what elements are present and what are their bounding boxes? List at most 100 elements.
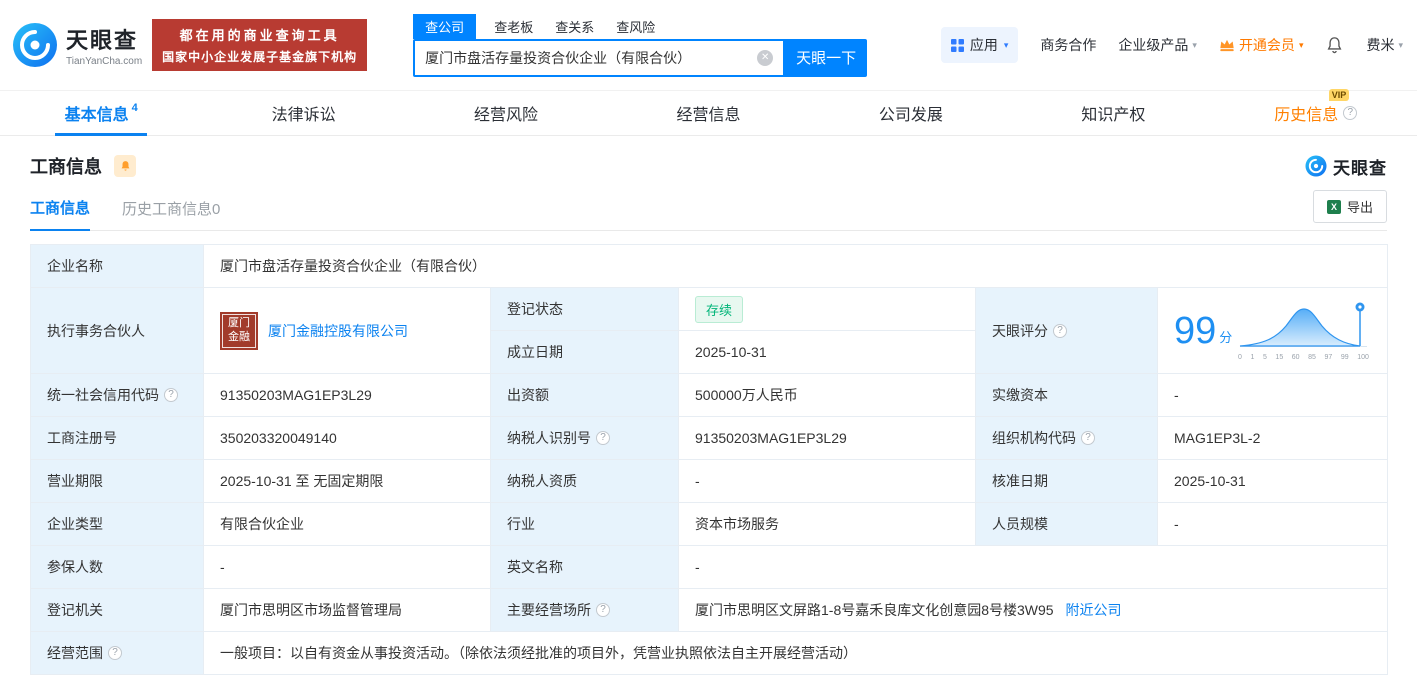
- table-row: 营业期限 2025-10-31 至 无固定期限 纳税人资质 - 核准日期 202…: [30, 459, 1389, 503]
- subscribe-bell-icon[interactable]: [114, 155, 136, 177]
- field-approval-date-value: 2025-10-31: [1156, 459, 1389, 503]
- apps-label: 应用: [969, 37, 998, 53]
- partner-logo-text: 金融: [228, 330, 250, 343]
- excel-icon: [1326, 199, 1341, 214]
- promo-banner: 都在用的商业查询工具 国家中小企业发展子基金旗下机构: [152, 19, 368, 71]
- field-company-name-label: 企业名称: [30, 244, 204, 288]
- enterprise-label: 企业级产品: [1118, 37, 1189, 53]
- search-tab-risk[interactable]: 查风险: [612, 14, 659, 39]
- tab-intellectual-property[interactable]: 知识产权: [1012, 91, 1214, 135]
- orgcode-label-text: 组织机构代码: [992, 430, 1076, 446]
- field-registration-authority-label: 登记机关: [30, 588, 204, 632]
- search-box: ✕: [413, 38, 786, 77]
- top-header: 天眼查 TianYanCha.com 都在用的商业查询工具 国家中小企业发展子基…: [0, 0, 1417, 90]
- export-button[interactable]: 导出: [1312, 190, 1387, 223]
- table-row: 登记机关 厦门市思明区市场监督管理局 主要经营场所? 厦门市思明区文屏路1-8号…: [30, 588, 1389, 632]
- field-capital-label: 出资额: [490, 373, 679, 417]
- tab-company-development[interactable]: 公司发展: [810, 91, 1012, 135]
- help-icon[interactable]: ?: [1053, 323, 1067, 338]
- help-icon[interactable]: ?: [596, 603, 610, 617]
- crown-icon: [1220, 39, 1234, 51]
- bell-glyph: [121, 160, 129, 171]
- help-icon[interactable]: ?: [1081, 431, 1095, 445]
- vip-badge: VIP: [1328, 89, 1350, 101]
- clear-search-icon[interactable]: ✕: [757, 49, 774, 66]
- banner-line-1: 都在用的商业查询工具: [179, 28, 340, 43]
- field-executive-partner-value: 厦门 金融 厦门金融控股有限公司: [203, 287, 491, 374]
- tianyancha-company-page: 天眼查 TianYanCha.com 都在用的商业查询工具 国家中小企业发展子基…: [0, 0, 1417, 696]
- search-input[interactable]: [425, 49, 758, 66]
- header-right-menu: 应用 ▾ 商务合作 企业级产品 ▾ 开通会员 ▾ 费米 ▾: [940, 27, 1403, 63]
- score-value: 99: [1174, 309, 1217, 352]
- subtab-business-info[interactable]: 工商信息: [30, 197, 91, 231]
- field-registration-no-label: 工商注册号: [30, 416, 204, 460]
- chevron-down-icon: ▾: [1298, 39, 1304, 50]
- tianyancha-logo-icon: [1305, 155, 1327, 177]
- open-vip-label: 开通会员: [1238, 37, 1295, 53]
- help-icon[interactable]: ?: [1343, 106, 1358, 120]
- chevron-down-icon: ▾: [1192, 39, 1197, 50]
- tianyancha-watermark: 天眼查: [1305, 154, 1387, 179]
- notification-bell-icon[interactable]: [1325, 35, 1344, 55]
- field-score-label: 天眼评分 ?: [975, 287, 1158, 374]
- help-icon[interactable]: ?: [596, 431, 610, 445]
- search-tab-boss[interactable]: 查老板: [490, 14, 537, 39]
- score-chart-axis: 01 5 15 60 85 97 99 100: [1238, 354, 1369, 361]
- section-header: 工商信息 天眼查: [0, 136, 1417, 187]
- field-business-scope-value: 一般项目：以自有资金从事投资活动。（除依法须经批准的项目外，凭营业执照依法自主开…: [202, 631, 1389, 675]
- table-row: 统一社会信用代码? 91350203MAG1EP3L29 出资额 500000万…: [30, 373, 1389, 417]
- partner-logo-text: 厦门: [228, 316, 250, 329]
- scope-label-text: 经营范围: [47, 645, 103, 661]
- tianyancha-logo-icon: [13, 23, 57, 67]
- tab-legal-proceedings[interactable]: 法律诉讼: [202, 91, 404, 135]
- field-established-date-value: 2025-10-31: [678, 330, 976, 374]
- tianyancha-logo[interactable]: 天眼查 TianYanCha.com: [12, 22, 142, 68]
- partner-company-link[interactable]: 厦门金融控股有限公司: [268, 321, 408, 341]
- search-tab-company[interactable]: 查公司: [413, 13, 477, 39]
- chevron-down-icon: ▾: [1398, 39, 1403, 50]
- table-row: 工商注册号 350203320049140 纳税人识别号? 91350203MA…: [30, 416, 1389, 460]
- logo-title: 天眼查: [66, 28, 139, 53]
- field-established-date-label: 成立日期: [490, 330, 679, 374]
- field-registration-no-value: 350203320049140: [203, 416, 491, 460]
- field-staff-size-label: 人员规模: [975, 502, 1158, 546]
- banner-line-2: 国家中小企业发展子基金旗下机构: [162, 50, 358, 64]
- nearby-companies-link[interactable]: 附近公司: [1065, 602, 1121, 618]
- help-icon[interactable]: ?: [108, 646, 122, 660]
- field-company-type-value: 有限合伙企业: [203, 502, 491, 546]
- field-registration-authority-value: 厦门市思明区市场监督管理局: [203, 588, 491, 632]
- tab-label: 公司发展: [878, 107, 943, 124]
- field-registration-status-label: 登记状态: [490, 287, 679, 331]
- status-badge: 存续: [695, 295, 744, 323]
- field-paidin-capital-label: 实缴资本: [975, 373, 1158, 417]
- tab-history-info[interactable]: 历史信息 VIP ?: [1215, 89, 1417, 135]
- watermark-text: 天眼查: [1333, 158, 1387, 178]
- search-button[interactable]: 天眼一下: [785, 38, 868, 77]
- field-taxpayer-id-label: 纳税人识别号?: [490, 416, 679, 460]
- field-org-code-value: MAG1EP3L-2: [1156, 416, 1389, 460]
- field-english-name-label: 英文名称: [490, 545, 679, 589]
- field-business-term-value: 2025-10-31 至 无固定期限: [203, 459, 491, 503]
- subtab-history-business-info[interactable]: 历史工商信息0: [122, 198, 220, 230]
- user-menu[interactable]: 费米 ▾: [1366, 35, 1403, 55]
- search-tab-relation[interactable]: 查关系: [551, 14, 598, 39]
- field-executive-partner-label: 执行事务合伙人: [30, 287, 204, 374]
- tab-operation-risk[interactable]: 经营风险: [405, 91, 607, 135]
- table-row: 企业名称 厦门市盘活存量投资合伙企业（有限合伙）: [30, 244, 1389, 288]
- field-registration-status-value: 存续: [678, 287, 976, 331]
- field-industry-label: 行业: [490, 502, 679, 546]
- chevron-down-icon: ▾: [1003, 39, 1009, 50]
- field-uscc-label: 统一社会信用代码?: [30, 373, 204, 417]
- apps-menu[interactable]: 应用 ▾: [940, 27, 1019, 63]
- tab-operation-info[interactable]: 经营信息: [607, 91, 809, 135]
- help-icon[interactable]: ?: [164, 388, 178, 402]
- search-area: 查公司 查老板 查关系 查风险 ✕ 天眼一下: [413, 13, 868, 77]
- section-title: 工商信息: [30, 157, 102, 177]
- menu-cooperation[interactable]: 商务合作: [1040, 35, 1096, 55]
- tab-basic-info[interactable]: 基本信息 4: [0, 91, 202, 136]
- menu-open-vip[interactable]: 开通会员 ▾: [1219, 35, 1304, 55]
- field-company-type-label: 企业类型: [30, 502, 204, 546]
- menu-enterprise-products[interactable]: 企业级产品 ▾: [1118, 35, 1197, 55]
- address-label-text: 主要经营场所: [507, 602, 591, 618]
- search-tabs: 查公司 查老板 查关系 查风险: [413, 13, 867, 39]
